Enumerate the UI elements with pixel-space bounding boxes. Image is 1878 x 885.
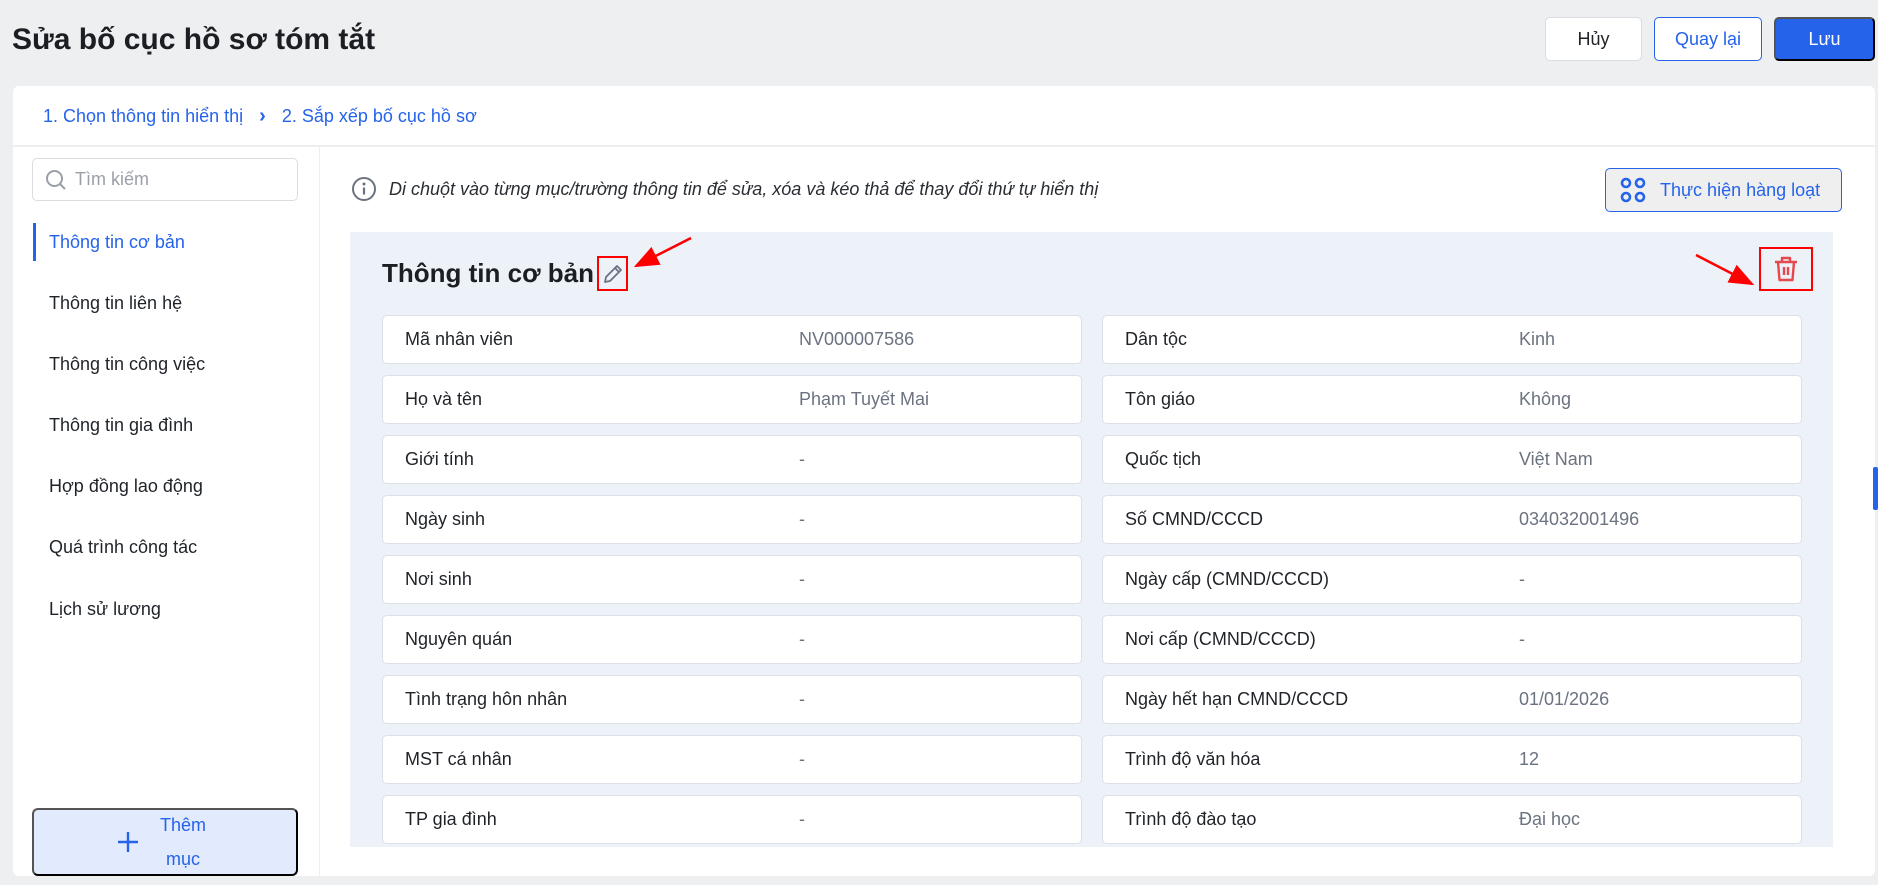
field-label: Nơi cấp (CMND/CCCD) [1125, 629, 1316, 649]
page-title: Sửa bố cục hồ sơ tóm tắt [12, 23, 376, 56]
field-value: - [799, 569, 805, 589]
field-label: Nơi sinh [405, 569, 472, 589]
field-label: Số CMND/CCCD [1125, 509, 1264, 529]
field-label: TP gia đình [405, 809, 497, 829]
field-row[interactable]: Trình độ văn hóa 12 [1102, 735, 1802, 784]
field-value: 01/01/2026 [1519, 689, 1610, 709]
field-row[interactable]: Số CMND/CCCD 034032001496 [1102, 495, 1802, 544]
search-placeholder: Tìm kiếm [75, 169, 149, 189]
field-label: Mã nhân viên [405, 329, 514, 349]
add-section-button[interactable]: Thêm mục [32, 808, 298, 876]
step-1-link[interactable]: 1. Chọn thông tin hiển thị [43, 104, 243, 128]
sidebar-item-basic-info[interactable]: Thông tin cơ bản [49, 230, 185, 254]
trash-icon [1775, 256, 1797, 282]
field-label: Quốc tịch [1125, 449, 1202, 469]
field-row[interactable]: Nguyên quán - [382, 615, 1082, 664]
field-label: MST cá nhân [405, 749, 512, 769]
field-label: Ngày cấp (CMND/CCCD) [1125, 569, 1330, 589]
back-button[interactable]: Quay lại [1654, 17, 1762, 61]
field-label: Trình độ đào tạo [1125, 809, 1257, 829]
field-value: Đại học [1519, 809, 1581, 829]
field-value: Không [1519, 389, 1572, 409]
pencil-icon [603, 264, 622, 283]
field-row[interactable]: Họ và tên Phạm Tuyết Mai [382, 375, 1082, 424]
edit-section-button[interactable] [597, 256, 628, 291]
sidebar-item-contact-info[interactable]: Thông tin liên hệ [49, 291, 182, 315]
field-value: - [799, 509, 805, 529]
add-section-label: Thêm mục [159, 815, 206, 869]
section-title: Thông tin cơ bản [382, 258, 595, 288]
field-label: Trình độ văn hóa [1125, 749, 1261, 769]
field-label: Tôn giáo [1125, 389, 1196, 409]
step-2-link[interactable]: 2. Sắp xếp bố cục hồ sơ [282, 104, 477, 128]
info-text: Di chuột vào từng mục/trường thông tin đ… [389, 178, 1099, 199]
active-indicator [33, 223, 36, 261]
cancel-button[interactable]: Hủy [1545, 17, 1642, 61]
save-button[interactable]: Lưu [1774, 17, 1875, 61]
field-row[interactable]: Ngày sinh - [382, 495, 1082, 544]
field-row[interactable]: Ngày hết hạn CMND/CCCD 01/01/2026 [1102, 675, 1802, 724]
field-row[interactable]: Nơi sinh - [382, 555, 1082, 604]
field-row[interactable]: Dân tộc Kinh [1102, 315, 1802, 364]
field-row[interactable]: Tôn giáo Không [1102, 375, 1802, 424]
field-label: Nguyên quán [405, 629, 513, 649]
step-breadcrumb: 1. Chọn thông tin hiển thị › 2. Sắp xếp … [43, 104, 477, 128]
divider [13, 145, 1875, 147]
grid-icon [1620, 177, 1646, 203]
field-label: Ngày sinh [405, 509, 486, 529]
field-value: Việt Nam [1519, 449, 1593, 469]
plus-icon [118, 832, 138, 852]
info-icon [352, 177, 376, 201]
field-label: Ngày hết hạn CMND/CCCD [1125, 689, 1349, 709]
field-value: NV000007586 [799, 329, 915, 349]
scrollbar-thumb[interactable] [1873, 467, 1878, 510]
sidebar-item-job-info[interactable]: Thông tin công việc [49, 352, 205, 376]
search-input[interactable]: Tìm kiếm [32, 158, 298, 201]
field-value: - [1519, 569, 1525, 589]
field-row[interactable]: Mã nhân viên NV000007586 [382, 315, 1082, 364]
sidebar-item-salary-history[interactable]: Lịch sử lương [49, 597, 161, 621]
bulk-action-label: Thực hiện hàng loạt [1660, 179, 1821, 200]
field-value: - [799, 689, 805, 709]
field-row[interactable]: Trình độ đào tạo Đại học [1102, 795, 1802, 844]
field-row[interactable]: Nơi cấp (CMND/CCCD) - [1102, 615, 1802, 664]
field-row[interactable]: Giới tính - [382, 435, 1082, 484]
sidebar-item-family-info[interactable]: Thông tin gia đình [49, 413, 193, 437]
field-label: Dân tộc [1125, 329, 1188, 349]
sidebar-item-labor-contract[interactable]: Hợp đồng lao động [49, 474, 203, 498]
field-value: - [799, 449, 805, 469]
divider [319, 147, 320, 876]
chevron-right-icon: › [259, 105, 266, 127]
field-value: - [799, 749, 805, 769]
field-value: - [799, 629, 805, 649]
field-row[interactable]: MST cá nhân - [382, 735, 1082, 784]
field-value: Phạm Tuyết Mai [799, 389, 930, 409]
field-row[interactable]: TP gia đình - [382, 795, 1082, 844]
field-row[interactable]: Quốc tịch Việt Nam [1102, 435, 1802, 484]
field-value: 12 [1519, 749, 1540, 769]
field-row[interactable]: Ngày cấp (CMND/CCCD) - [1102, 555, 1802, 604]
field-label: Giới tính [405, 449, 474, 469]
field-value: - [799, 809, 805, 829]
field-value: - [1519, 629, 1525, 649]
info-hint: Di chuột vào từng mục/trường thông tin đ… [351, 176, 1098, 202]
field-label: Tình trạng hôn nhân [405, 689, 568, 709]
field-row[interactable]: Tình trạng hôn nhân - [382, 675, 1082, 724]
delete-section-button[interactable] [1759, 247, 1813, 291]
search-icon [46, 169, 66, 190]
field-value: 034032001496 [1519, 509, 1640, 529]
field-value: Kinh [1519, 329, 1556, 349]
sidebar-item-work-history[interactable]: Quá trình công tác [49, 535, 197, 559]
bulk-action-button[interactable]: Thực hiện hàng loạt [1605, 168, 1842, 212]
field-label: Họ và tên [405, 389, 483, 409]
